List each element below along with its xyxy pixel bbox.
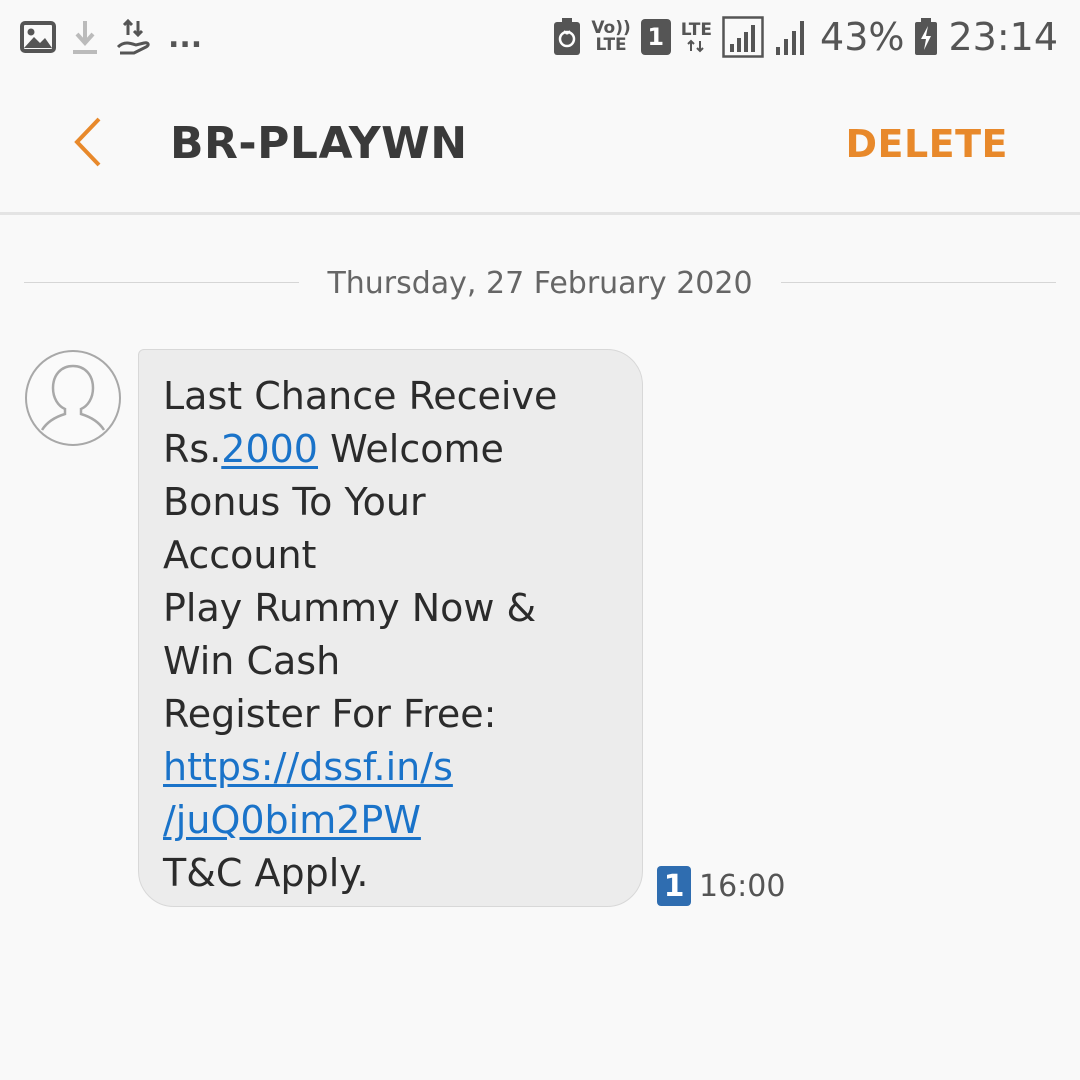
battery-charging-icon	[914, 18, 938, 56]
message-timestamp: 16:00	[699, 868, 786, 904]
lte-icon: LTE	[680, 19, 713, 53]
message-line: T&C Apply.	[163, 851, 369, 895]
sim-indicator-icon: 1	[657, 866, 691, 906]
message-line: Welcome	[318, 427, 504, 471]
status-time: 23:14	[948, 15, 1058, 59]
date-divider: Thursday, 27 February 2020	[24, 262, 1056, 306]
message-line: Register For Free:	[163, 692, 497, 736]
lte-label: LTE	[680, 19, 713, 40]
message-line: Bonus To Your	[163, 480, 426, 524]
url-link[interactable]: /juQ0bim2PW	[163, 798, 421, 842]
message-line: Last Chance Receive	[163, 374, 558, 418]
delete-button[interactable]: DELETE	[845, 122, 1008, 166]
message-line: Win Cash	[163, 639, 341, 683]
status-bar: ... Vo)) LTE 1 LTE 43% 23:14	[0, 0, 1080, 78]
person-icon	[27, 364, 119, 444]
data-saver-icon	[553, 18, 581, 56]
message-line: Rs.	[163, 427, 222, 471]
image-icon	[20, 21, 56, 53]
signal-strength-sim2-icon	[774, 17, 810, 57]
chevron-left-icon	[71, 116, 105, 173]
status-bar-left: ...	[20, 14, 202, 60]
message-meta: 1 16:00	[657, 866, 785, 906]
more-notifications-icon: ...	[168, 19, 203, 55]
conversation-header: BR-PLAYWN DELETE	[0, 78, 1080, 215]
amount-link[interactable]: 2000	[221, 427, 318, 471]
message-line: Play Rummy Now &	[163, 586, 537, 630]
avatar[interactable]	[25, 350, 121, 446]
message-bubble[interactable]: Last Chance Receive Rs.2000 Welcome Bonu…	[138, 349, 643, 907]
message-line: Account	[163, 533, 317, 577]
message-body: Last Chance Receive Rs.2000 Welcome Bonu…	[163, 370, 622, 900]
battery-percent: 43%	[820, 15, 905, 59]
date-label: Thursday, 27 February 2020	[299, 266, 781, 301]
status-bar-right: Vo)) LTE 1 LTE 43% 23:14	[553, 14, 1058, 60]
back-button[interactable]	[58, 114, 118, 174]
volte-bottom-label: LTE	[595, 35, 627, 55]
signal-strength-sim1-icon	[722, 16, 764, 58]
data-transfer-icon	[114, 17, 154, 57]
url-link[interactable]: https://dssf.in/s	[163, 745, 453, 789]
page-title: BR-PLAYWN	[170, 118, 468, 169]
download-icon	[70, 17, 100, 57]
date-label-wrap: Thursday, 27 February 2020	[24, 266, 1056, 301]
sim-slot-icon: 1	[640, 19, 671, 55]
volte-icon: Vo)) LTE	[591, 20, 630, 54]
